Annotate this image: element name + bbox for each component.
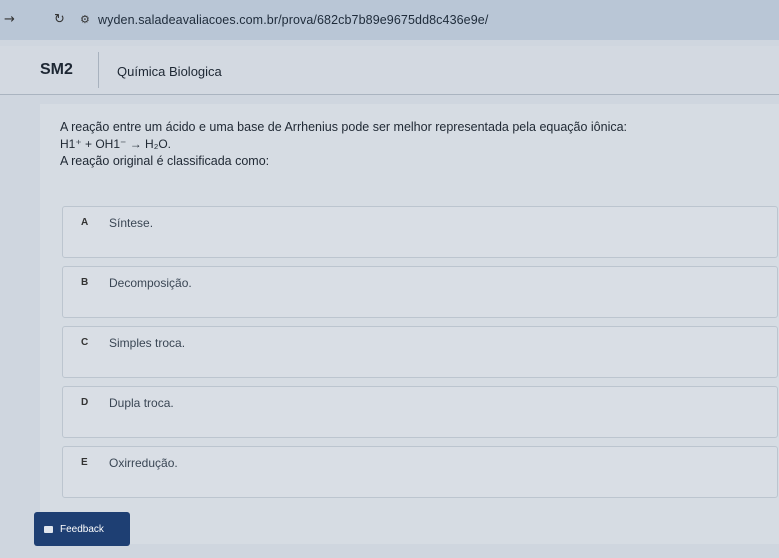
question-prompt: A reação entre um ácido e uma base de Ar… — [60, 120, 628, 134]
course-header: SM2 Química Biologica — [0, 46, 779, 95]
page-content: SM2 Química Biologica A reação entre um … — [0, 40, 779, 558]
option-d[interactable]: D Dupla troca. — [62, 386, 778, 438]
option-text: Síntese. — [109, 216, 154, 230]
option-c[interactable]: C Simples troca. — [62, 326, 778, 378]
course-code: SM2 — [40, 61, 73, 78]
address-bar-url[interactable]: wyden.saladeavaliacoes.com.br/prova/682c… — [98, 13, 488, 27]
question-ask: A reação original é classificada como: — [60, 154, 270, 168]
option-b[interactable]: B Decomposição. — [62, 266, 778, 318]
course-name: Química Biologica — [117, 64, 222, 79]
option-text: Decomposição. — [109, 276, 192, 290]
option-letter: E — [81, 457, 88, 468]
question-card: A reação entre um ácido e uma base de Ar… — [40, 104, 779, 544]
reload-icon[interactable]: ↻ — [54, 12, 65, 27]
option-a[interactable]: A Síntese. — [62, 206, 778, 258]
option-letter: D — [81, 397, 89, 408]
option-e[interactable]: E Oxirredução. — [62, 446, 778, 498]
feedback-button[interactable]: Feedback — [34, 512, 130, 546]
option-text: Oxirredução. — [109, 456, 178, 470]
option-text: Simples troca. — [109, 336, 186, 350]
feedback-icon — [44, 525, 53, 533]
browser-toolbar: → ↻ ⚙ wyden.saladeavaliacoes.com.br/prov… — [0, 0, 779, 40]
site-settings-icon[interactable]: ⚙ — [80, 13, 90, 26]
feedback-label: Feedback — [60, 523, 104, 535]
option-letter: A — [81, 217, 89, 228]
forward-arrow-icon[interactable]: → — [4, 12, 15, 27]
question-text: A reação entre um ácido e uma base de Ar… — [60, 119, 760, 170]
option-letter: B — [81, 277, 89, 288]
option-text: Dupla troca. — [109, 396, 174, 410]
option-letter: C — [81, 337, 89, 348]
header-divider — [98, 52, 99, 88]
question-equation: H1⁺ + OH1⁻ → H₂O. — [60, 137, 172, 151]
